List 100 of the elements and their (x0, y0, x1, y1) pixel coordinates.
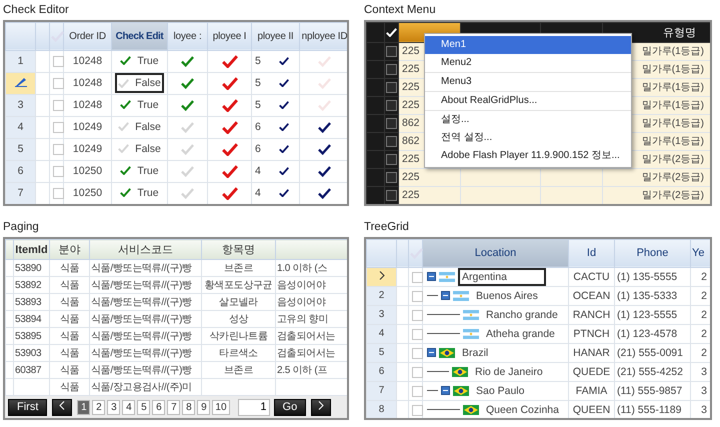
table-cell: 3 (690, 381, 710, 400)
table-cell: 삭카린나트륨 (209, 331, 268, 342)
column-header[interactable]: ployee II (252, 22, 300, 50)
table-cell: 10248 (64, 50, 112, 72)
table-cell: 225 (398, 186, 460, 204)
table-cell: 식품 (60, 348, 80, 359)
table-cell: (21) 555-4252 (614, 362, 690, 382)
row-number: 5 (366, 343, 396, 362)
table-cell: FAMIA (568, 381, 614, 400)
page-button[interactable]: 9 (197, 400, 210, 414)
table-cell: (1) 135-5333 (614, 286, 690, 306)
table-cell: 살모넬라 (219, 297, 258, 308)
table-cell: 2 (690, 324, 710, 344)
table-cell: 2 (690, 305, 710, 324)
menu-item[interactable]: 설정... (425, 110, 631, 129)
table-cell: 브존르 (224, 263, 254, 274)
table-cell: (21) 555-0091 (614, 343, 690, 362)
table-cell: 식품 (60, 365, 80, 376)
table-cell: 황색포도상구균 (204, 280, 272, 291)
table-cell: 식품 (60, 263, 80, 274)
column-header[interactable]: Location (422, 239, 568, 268)
page-button[interactable]: 6 (152, 400, 166, 414)
column-header[interactable]: Phone (614, 239, 690, 268)
menu-item[interactable]: Men1 (425, 36, 631, 54)
column-header[interactable]: ployee I (208, 22, 252, 50)
table-cell: 4 (255, 187, 261, 200)
panel-title: Check Editor (3, 3, 70, 18)
table-cell: 식품/장고용검사//(주)미 (91, 382, 192, 393)
table-cell: 53895 (15, 330, 42, 342)
table-cell: 53894 (15, 314, 42, 324)
row-number: 2 (366, 286, 396, 306)
table-cell: RANCH (568, 305, 614, 324)
table-cell: 6 (255, 121, 261, 134)
table-cell: 타르색소 (219, 348, 258, 359)
table-cell: 음성이어야 (277, 297, 326, 308)
column-header[interactable]: Id (568, 239, 614, 268)
table-cell: CACTU (568, 267, 614, 286)
row-number: 6 (366, 362, 396, 382)
row-number: 4 (6, 116, 36, 138)
menu-item[interactable]: Menu2 (425, 54, 631, 72)
menu-item[interactable]: Menu3 (425, 72, 631, 91)
table-cell: 6 (255, 143, 261, 156)
table-cell: HANAR (568, 343, 614, 362)
table-cell: (11) 555-9857 (614, 381, 690, 400)
table-cell: 식품/빵또는떡류//(구)빵 (91, 348, 192, 359)
first-page-button[interactable]: First (8, 398, 48, 416)
page-button[interactable]: 10 (212, 400, 230, 414)
table-cell: 식품 (60, 331, 80, 342)
table-cell: 음성이어야 (277, 280, 326, 291)
column-header[interactable]: nployee ID (300, 22, 347, 50)
check-edit-cell[interactable]: False (115, 73, 164, 94)
table-cell: QUEEN (568, 400, 614, 418)
column-header[interactable]: loyee : (168, 22, 208, 50)
table-cell: 3 (690, 362, 710, 382)
page-button[interactable]: 4 (122, 400, 136, 414)
menu-item[interactable]: About RealGridPlus... (425, 92, 631, 110)
table-cell: 53890 (15, 262, 42, 274)
table-cell: 4 (255, 165, 261, 178)
table-cell: 성상 (228, 314, 248, 325)
column-header[interactable]: Check Edit (112, 22, 168, 50)
table-cell: 식품/빵또는떡류//(구)빵 (91, 331, 192, 342)
table-cell: 검출되어서는 (277, 348, 336, 359)
table-cell: 10249 (64, 116, 112, 138)
table-cell: 식품/빵또는떡류//(구)빵 (91, 365, 192, 376)
table-cell: 식품 (60, 382, 80, 393)
table-cell: 10249 (64, 138, 112, 160)
menu-item[interactable]: Adobe Flash Player 11.9.900.152 정보... (425, 146, 631, 165)
table-cell: 식품/빵또는떡류//(구)빵 (91, 280, 192, 291)
column-header[interactable]: Order ID (64, 22, 112, 50)
table-cell: (1) 123-4578 (614, 324, 690, 344)
table-cell: 밀가루(2등급) (602, 186, 710, 204)
column-header[interactable]: 유형명 (663, 26, 696, 39)
table-cell: (1) 135-5555 (614, 267, 690, 286)
menu-item[interactable]: 전역 설정... (425, 128, 631, 147)
page-button[interactable]: 2 (92, 400, 106, 414)
table-cell: 5 (255, 99, 261, 112)
table-cell: 2 (690, 267, 710, 286)
tree-node-label[interactable]: Argentina (458, 268, 546, 286)
page-input[interactable]: 1 (238, 398, 270, 416)
panel-title: Paging (3, 220, 40, 235)
table-cell: 225 (398, 168, 460, 186)
table-cell: 식품/빵또는떡류//(구)빵 (91, 314, 192, 325)
page-button[interactable]: 3 (107, 400, 120, 414)
table-cell: 밀가루(2등급) (602, 168, 710, 186)
page-button[interactable]: 7 (167, 400, 180, 414)
table-cell: 2.5 이하 (프 (277, 365, 328, 376)
table-cell: 53892 (15, 280, 42, 290)
row-number: 4 (366, 324, 396, 344)
table-cell: 식품/빵또는떡류//(구)빵 (91, 263, 192, 274)
row-number: 8 (366, 400, 396, 418)
page-button[interactable]: 1 (77, 400, 90, 414)
table-cell: 식품 (60, 297, 80, 308)
column-header[interactable]: Ye (690, 239, 710, 268)
table-cell: 53893 (15, 296, 42, 308)
page-button[interactable]: 8 (182, 400, 196, 414)
page-button[interactable]: 5 (137, 400, 150, 414)
go-button[interactable]: Go (274, 398, 306, 416)
panel-title: Context Menu (364, 3, 437, 18)
table-cell: QUEDE (568, 362, 614, 382)
row-number: 7 (6, 182, 36, 204)
